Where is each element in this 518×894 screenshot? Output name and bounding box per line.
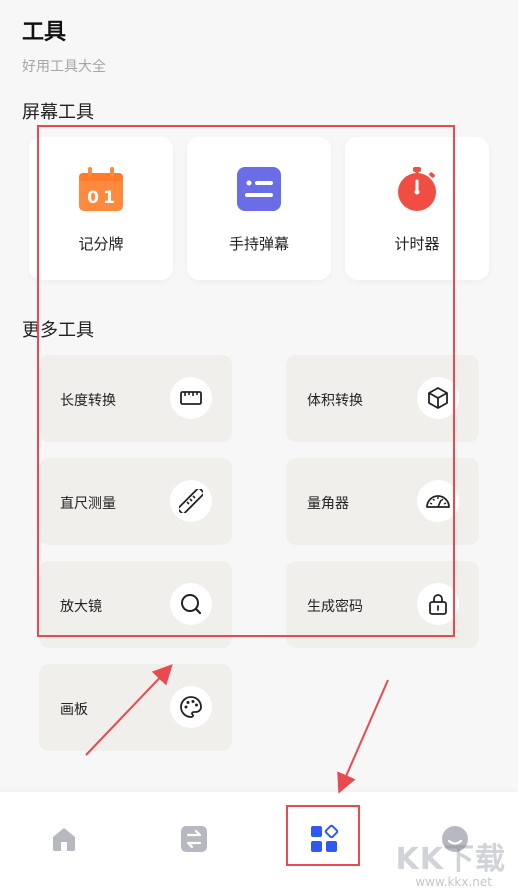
card-timer[interactable]: 计时器: [345, 137, 489, 280]
bullet-comment-icon: [237, 167, 281, 211]
annotation-arrows: [85, 664, 389, 794]
tool-label: 生成密码: [307, 599, 363, 615]
tool-generate-password[interactable]: 生成密码: [286, 561, 479, 648]
svg-text:1: 1: [103, 188, 115, 208]
tool-protractor[interactable]: 量角器: [286, 458, 479, 545]
protractor-icon: [426, 495, 450, 508]
page-subtitle: 好用工具大全: [22, 59, 106, 75]
card-scoreboard[interactable]: 0 1 记分牌: [29, 137, 173, 280]
watermark-logo: KK下载: [395, 842, 506, 877]
tools-grid-icon[interactable]: [309, 824, 339, 854]
tool-magnifier[interactable]: 放大镜: [39, 561, 232, 648]
cube-icon: [428, 387, 448, 409]
lock-icon: [429, 594, 447, 615]
tool-volume-conversion[interactable]: 体积转换: [286, 355, 479, 442]
section-title-screen-tools: 屏幕工具: [22, 102, 94, 123]
tool-drawing-board[interactable]: 画板: [39, 664, 232, 751]
tool-label: 画板: [60, 702, 88, 718]
stopwatch-icon: [398, 167, 436, 211]
tool-label: 放大镜: [60, 599, 102, 615]
tool-label: 直尺测量: [60, 496, 116, 512]
card-bullet-comment-label: 手持弹幕: [228, 235, 289, 253]
card-bullet-comment[interactable]: 手持弹幕: [187, 137, 331, 280]
tool-label: 体积转换: [307, 393, 363, 409]
ruler-icon: [180, 391, 202, 405]
swap-icon[interactable]: [179, 824, 209, 854]
straight-ruler-icon: [179, 489, 203, 513]
svg-text:0: 0: [87, 188, 99, 208]
section-title-more-tools: 更多工具: [22, 320, 94, 341]
tool-label: 量角器: [307, 496, 349, 512]
tool-label: 长度转换: [60, 393, 116, 409]
watermark-url: www.kkx.net: [415, 875, 492, 889]
palette-icon: [180, 696, 202, 718]
tool-ruler-measure[interactable]: 直尺测量: [39, 458, 232, 545]
card-scoreboard-label: 记分牌: [78, 235, 124, 253]
page-title: 工具: [22, 20, 67, 45]
card-timer-label: 计时器: [394, 235, 440, 253]
magnifier-icon: [181, 594, 202, 615]
tool-length-conversion[interactable]: 长度转换: [39, 355, 232, 442]
home-icon[interactable]: [49, 824, 79, 854]
scoreboard-icon: 0 1: [79, 167, 123, 211]
